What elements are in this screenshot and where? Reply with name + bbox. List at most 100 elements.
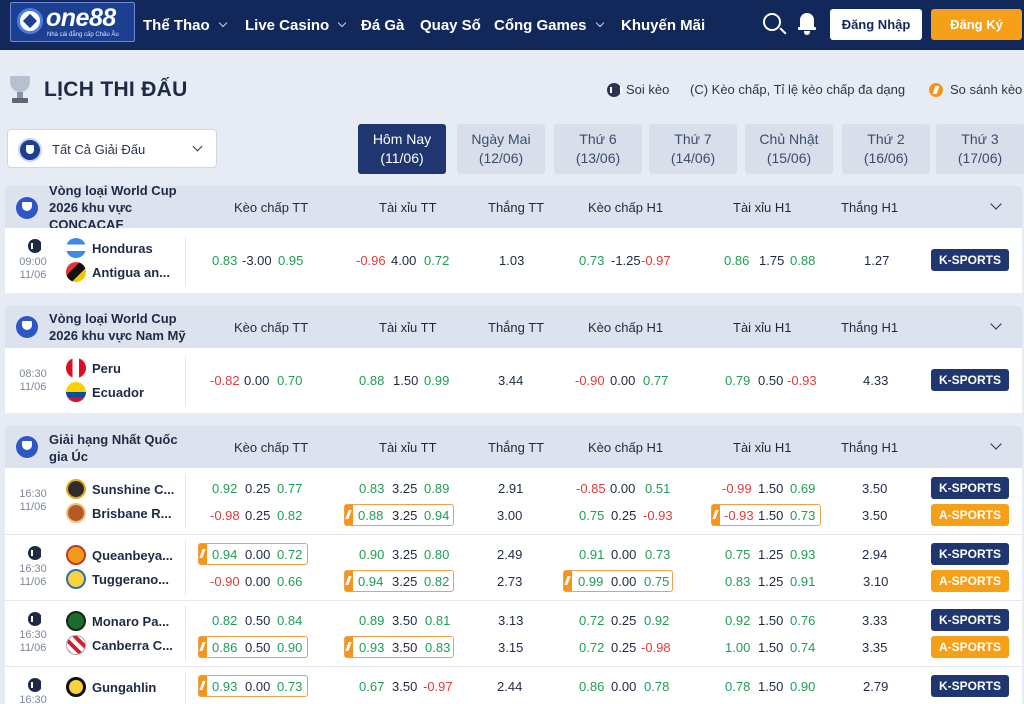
odd-value[interactable]: 3.25 [392, 574, 417, 589]
odd-value[interactable]: 1.25 [758, 547, 783, 562]
stats-icon[interactable] [28, 546, 43, 560]
odd-value[interactable]: 4.00 [391, 253, 416, 268]
odd-value[interactable]: 2.44 [497, 679, 522, 694]
odd-value[interactable]: 0.91 [579, 547, 604, 562]
sport-provider-button[interactable]: K-SPORTS [931, 609, 1009, 631]
odd-value[interactable]: 0.83 [359, 481, 384, 496]
odd-value[interactable]: 0.81 [425, 613, 450, 628]
odd-value[interactable]: 3.00 [497, 508, 522, 523]
odd-value[interactable]: 0.90 [277, 640, 302, 655]
odd-value[interactable]: 3.13 [498, 613, 523, 628]
odd-value[interactable]: 3.25 [392, 547, 417, 562]
stats-icon[interactable] [28, 678, 43, 692]
odd-value[interactable]: 3.50 [862, 481, 887, 496]
odd-value[interactable]: 0.90 [359, 547, 384, 562]
odd-value[interactable]: 0.00 [611, 574, 636, 589]
tab-day-3[interactable]: Thứ 7 (14/06) [649, 124, 737, 174]
nav-item-da-ga[interactable]: Đá Gà [361, 0, 404, 50]
odd-value[interactable]: 0.66 [277, 574, 302, 589]
odd-value[interactable]: 0.00 [245, 574, 270, 589]
odd-value[interactable]: 0.93 [212, 679, 237, 694]
odd-value[interactable]: 0.92 [212, 481, 237, 496]
odd-value[interactable]: 1.27 [864, 253, 889, 268]
odd-value[interactable]: 0.90 [790, 679, 815, 694]
odd-value[interactable]: -0.99 [722, 481, 752, 496]
odd-value[interactable]: 1.50 [758, 508, 783, 523]
odd-value[interactable]: 0.50 [758, 373, 783, 388]
odd-value[interactable]: 3.25 [392, 508, 417, 523]
tab-day-1[interactable]: Ngày Mai (12/06) [457, 124, 545, 174]
odd-value[interactable]: 0.92 [644, 613, 669, 628]
odd-value[interactable]: -0.97 [641, 253, 671, 268]
odd-value[interactable]: 0.72 [579, 613, 604, 628]
odd-value[interactable]: 0.73 [645, 547, 670, 562]
odd-value[interactable]: 1.75 [759, 253, 784, 268]
odd-value[interactable]: 0.72 [424, 253, 449, 268]
odd-value[interactable]: -0.96 [356, 253, 386, 268]
odd-value[interactable]: 0.77 [643, 373, 668, 388]
odd-value[interactable]: 0.50 [245, 640, 270, 655]
odd-value[interactable]: 0.88 [359, 373, 384, 388]
odd-value[interactable]: 0.86 [212, 640, 237, 655]
sport-provider-button[interactable]: K-SPORTS [931, 249, 1009, 271]
odd-value[interactable]: 0.72 [579, 640, 604, 655]
odd-value[interactable]: -0.98 [641, 640, 671, 655]
odd-value[interactable]: 0.84 [277, 613, 302, 628]
odd-value[interactable]: 1.25 [758, 574, 783, 589]
nav-item-the-thao[interactable]: Thể Thao [143, 0, 227, 50]
odd-value[interactable]: -1.25 [611, 253, 641, 268]
odd-value[interactable]: 0.50 [245, 613, 270, 628]
odd-value[interactable]: 0.94 [212, 547, 237, 562]
odd-value[interactable]: 0.78 [725, 679, 750, 694]
odd-value[interactable]: 0.25 [611, 640, 636, 655]
tab-day-4[interactable]: Chủ Nhật (15/06) [745, 124, 833, 174]
odd-value[interactable]: 3.50 [392, 640, 417, 655]
odd-value[interactable]: 0.00 [611, 547, 636, 562]
odd-value[interactable]: 0.88 [358, 508, 383, 523]
chevron-down-icon[interactable] [990, 438, 1002, 450]
odd-value[interactable]: 0.77 [277, 481, 302, 496]
odd-value[interactable]: -3.00 [242, 253, 272, 268]
odd-value[interactable]: 2.91 [498, 481, 523, 496]
nav-item-quay-so[interactable]: Quay Số [420, 0, 481, 50]
tab-day-5[interactable]: Thứ 2 (16/06) [842, 124, 930, 174]
odd-value[interactable]: 0.94 [358, 574, 383, 589]
odd-value[interactable]: 1.03 [499, 253, 524, 268]
odd-value[interactable]: 0.83 [725, 574, 750, 589]
odd-value[interactable]: 3.33 [862, 613, 887, 628]
sport-provider-button[interactable]: A-SPORTS [931, 504, 1009, 526]
odd-value[interactable]: 1.50 [758, 640, 783, 655]
odd-value[interactable]: 0.93 [790, 547, 815, 562]
odd-value[interactable]: 4.33 [863, 373, 888, 388]
odd-value[interactable]: 0.73 [277, 679, 302, 694]
odd-value[interactable]: 0.88 [790, 253, 815, 268]
odd-value[interactable]: 3.15 [498, 640, 523, 655]
odd-value[interactable]: 1.50 [393, 373, 418, 388]
odd-value[interactable]: -0.93 [787, 373, 817, 388]
chevron-down-icon[interactable] [990, 318, 1002, 330]
register-button[interactable]: Đăng Ký [931, 9, 1022, 40]
odd-value[interactable]: 1.50 [758, 679, 783, 694]
odd-value[interactable]: 0.72 [277, 547, 302, 562]
bell-icon[interactable] [798, 13, 816, 35]
odd-value[interactable]: 0.92 [725, 613, 750, 628]
sport-provider-button[interactable]: A-SPORTS [931, 636, 1009, 658]
odd-value[interactable]: 0.83 [212, 253, 237, 268]
odd-value[interactable]: 3.35 [862, 640, 887, 655]
odd-value[interactable]: 0.00 [245, 679, 270, 694]
odd-value[interactable]: 0.00 [245, 547, 270, 562]
odd-value[interactable]: 0.75 [644, 574, 669, 589]
search-icon[interactable] [763, 13, 781, 31]
league-header[interactable]: Giải hạng Nhất Quốc gia Úc Kèo chấp TT Tà… [5, 426, 1022, 468]
odd-value[interactable]: 1.00 [725, 640, 750, 655]
odd-value[interactable]: 0.89 [359, 613, 384, 628]
odd-value[interactable]: -0.97 [423, 679, 453, 694]
stats-icon[interactable] [28, 239, 43, 253]
odd-value[interactable]: 0.99 [424, 373, 449, 388]
odd-value[interactable]: 3.50 [392, 679, 417, 694]
odd-value[interactable]: -0.90 [575, 373, 605, 388]
odd-value[interactable]: 0.80 [424, 547, 449, 562]
odd-value[interactable]: 0.67 [359, 679, 384, 694]
odd-value[interactable]: 0.83 [425, 640, 450, 655]
odd-value[interactable]: -0.90 [210, 574, 240, 589]
